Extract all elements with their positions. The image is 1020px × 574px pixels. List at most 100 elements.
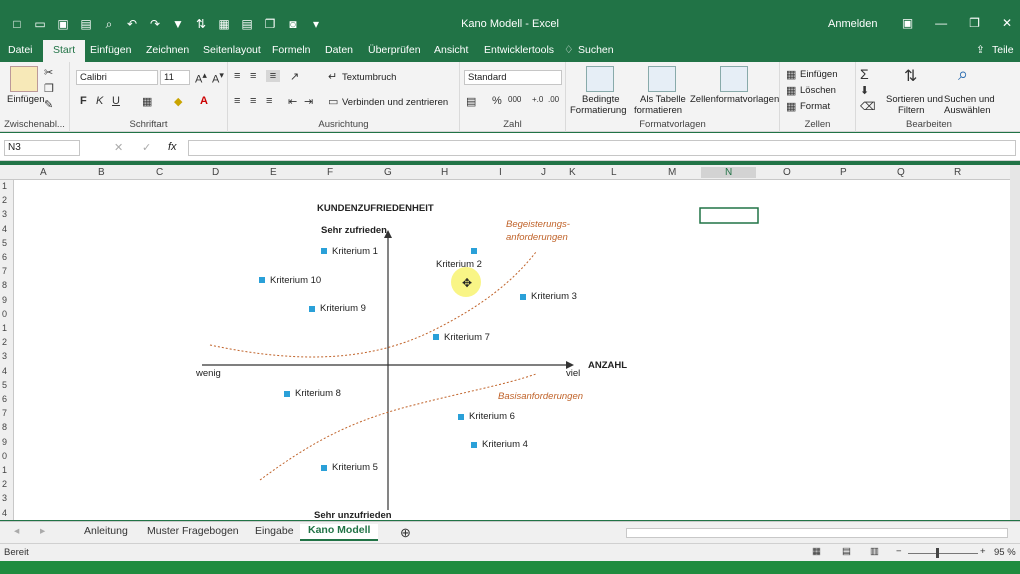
selected-cell[interactable] <box>699 207 759 224</box>
wrap-text-icon[interactable]: ↵ <box>328 70 337 83</box>
tab-ansicht[interactable]: Ansicht <box>434 44 468 56</box>
row-header[interactable]: 1 <box>2 181 7 191</box>
sort-filter-button[interactable]: Sortieren und <box>886 94 943 105</box>
data-point[interactable] <box>458 414 464 420</box>
row-header[interactable]: 2 <box>2 479 7 489</box>
sort-filter-button-2[interactable]: Filtern <box>898 105 924 116</box>
clear-icon[interactable]: ⌫ <box>860 100 876 113</box>
cell-styles-icon[interactable] <box>720 66 748 92</box>
col-header[interactable]: I <box>499 167 502 178</box>
vertical-scrollbar[interactable] <box>1010 165 1020 520</box>
merge-icon[interactable]: ▭ <box>328 95 338 108</box>
insert-function-icon[interactable]: fx <box>168 141 177 153</box>
tab-entwicklertools[interactable]: Entwicklertools <box>484 44 554 56</box>
col-header-selected[interactable]: N <box>701 167 757 178</box>
data-point[interactable] <box>309 306 315 312</box>
col-header[interactable]: K <box>569 167 576 178</box>
signin-link[interactable]: Anmelden <box>828 18 878 30</box>
align-top-icon[interactable]: ≡ <box>234 70 240 82</box>
row-header[interactable]: 3 <box>2 209 7 219</box>
zoom-slider[interactable] <box>908 553 978 554</box>
cancel-icon[interactable]: ✕ <box>114 141 123 154</box>
col-header[interactable]: Q <box>897 167 905 178</box>
delete-cells-icon[interactable]: ▦ <box>786 84 796 97</box>
copy-icon[interactable]: ❐ <box>44 82 54 95</box>
decrease-decimal-icon[interactable]: .00 <box>548 95 559 104</box>
align-left-icon[interactable]: ≡ <box>234 95 240 107</box>
tab-start[interactable]: Start <box>43 40 86 62</box>
row-header[interactable]: 0 <box>2 451 7 461</box>
increase-decimal-icon[interactable]: +.0 <box>532 95 543 104</box>
increase-indent-icon[interactable]: ⇥ <box>304 95 313 108</box>
sort-filter-icon[interactable]: ⇅ <box>904 66 917 86</box>
align-middle-icon[interactable]: ≡ <box>250 70 256 82</box>
find-select-button-2[interactable]: Auswählen <box>944 105 990 116</box>
row-header[interactable]: 1 <box>2 323 7 333</box>
sheet-tab[interactable]: Anleitung <box>84 525 128 537</box>
data-point[interactable] <box>471 442 477 448</box>
row-header[interactable]: 2 <box>2 195 7 205</box>
row-header[interactable]: 4 <box>2 224 7 234</box>
row-header[interactable]: 6 <box>2 394 7 404</box>
conditional-formatting-button[interactable]: Bedingte <box>582 94 620 105</box>
close-icon[interactable]: ✕ <box>1002 16 1012 30</box>
number-format-combo[interactable]: Standard <box>464 70 562 85</box>
horizontal-scrollbar[interactable] <box>626 528 1008 538</box>
align-bottom-icon[interactable]: ≡ <box>266 70 280 82</box>
enter-icon[interactable]: ✓ <box>142 141 151 154</box>
wrap-text-button[interactable]: Textumbruch <box>342 72 396 83</box>
data-point[interactable] <box>321 465 327 471</box>
underline-icon[interactable]: U <box>112 95 120 107</box>
minimize-icon[interactable]: — <box>935 16 947 30</box>
worksheet[interactable]: ✥ KUNDENZUFRIEDENHEIT Sehr zufrieden Seh… <box>14 180 1010 521</box>
format-cells-icon[interactable]: ▦ <box>786 100 796 113</box>
col-header[interactable]: R <box>954 167 961 178</box>
font-color-icon[interactable]: A <box>200 95 208 107</box>
page-layout-icon[interactable]: ▤ <box>842 546 851 557</box>
italic-icon[interactable]: K <box>96 95 103 107</box>
data-point[interactable] <box>321 248 327 254</box>
row-header[interactable]: 6 <box>2 252 7 262</box>
col-header[interactable]: C <box>156 167 163 178</box>
sheet-tab[interactable]: Muster Fragebogen <box>147 525 239 537</box>
page-break-icon[interactable]: ▥ <box>870 546 879 557</box>
fill-color-icon[interactable]: ◆ <box>174 95 182 108</box>
find-select-icon[interactable]: ⌕ <box>958 64 968 85</box>
sheet-tab[interactable]: Eingabe <box>255 525 294 537</box>
col-header[interactable]: O <box>783 167 791 178</box>
format-as-table-button[interactable]: Als Tabelle <box>640 94 686 105</box>
percent-icon[interactable]: % <box>492 95 502 107</box>
cut-icon[interactable]: ✂ <box>44 66 53 79</box>
share-button[interactable]: Teile <box>992 44 1014 56</box>
font-name-combo[interactable]: Calibri <box>76 70 158 85</box>
restore-icon[interactable]: ❐ <box>969 16 980 30</box>
find-select-button[interactable]: Suchen und <box>944 94 995 105</box>
row-header[interactable]: 8 <box>2 422 7 432</box>
row-header[interactable]: 4 <box>2 508 7 518</box>
tab-einfuegen[interactable]: Einfügen <box>90 44 131 56</box>
normal-view-icon[interactable]: ▦ <box>812 546 821 557</box>
row-header[interactable]: 7 <box>2 266 7 276</box>
ribbon-display-icon[interactable]: ▣ <box>902 16 913 30</box>
decrease-indent-icon[interactable]: ⇤ <box>288 95 297 108</box>
thousands-icon[interactable]: 000 <box>508 95 521 104</box>
tab-daten[interactable]: Daten <box>325 44 353 56</box>
paste-icon[interactable] <box>10 66 38 92</box>
zoom-level[interactable]: 95 % <box>994 547 1016 558</box>
delete-cells-button[interactable]: Löschen <box>800 85 836 96</box>
tab-zeichnen[interactable]: Zeichnen <box>146 44 189 56</box>
row-header[interactable]: 3 <box>2 493 7 503</box>
row-header[interactable]: 9 <box>2 437 7 447</box>
next-sheet-icon[interactable]: ▸ <box>40 525 45 537</box>
insert-cells-button[interactable]: Einfügen <box>800 69 838 80</box>
col-header[interactable]: M <box>668 167 676 178</box>
format-as-table-icon[interactable] <box>648 66 676 92</box>
grow-font-icon[interactable]: A▴ <box>195 70 207 86</box>
row-header[interactable]: 8 <box>2 280 7 290</box>
data-point[interactable] <box>259 277 265 283</box>
orientation-icon[interactable]: ↗ <box>290 70 299 83</box>
tab-seitenlayout[interactable]: Seitenlayout <box>203 44 261 56</box>
row-header[interactable]: 9 <box>2 295 7 305</box>
share-icon[interactable]: ⇪ <box>976 44 985 56</box>
insert-cells-icon[interactable]: ▦ <box>786 68 796 81</box>
